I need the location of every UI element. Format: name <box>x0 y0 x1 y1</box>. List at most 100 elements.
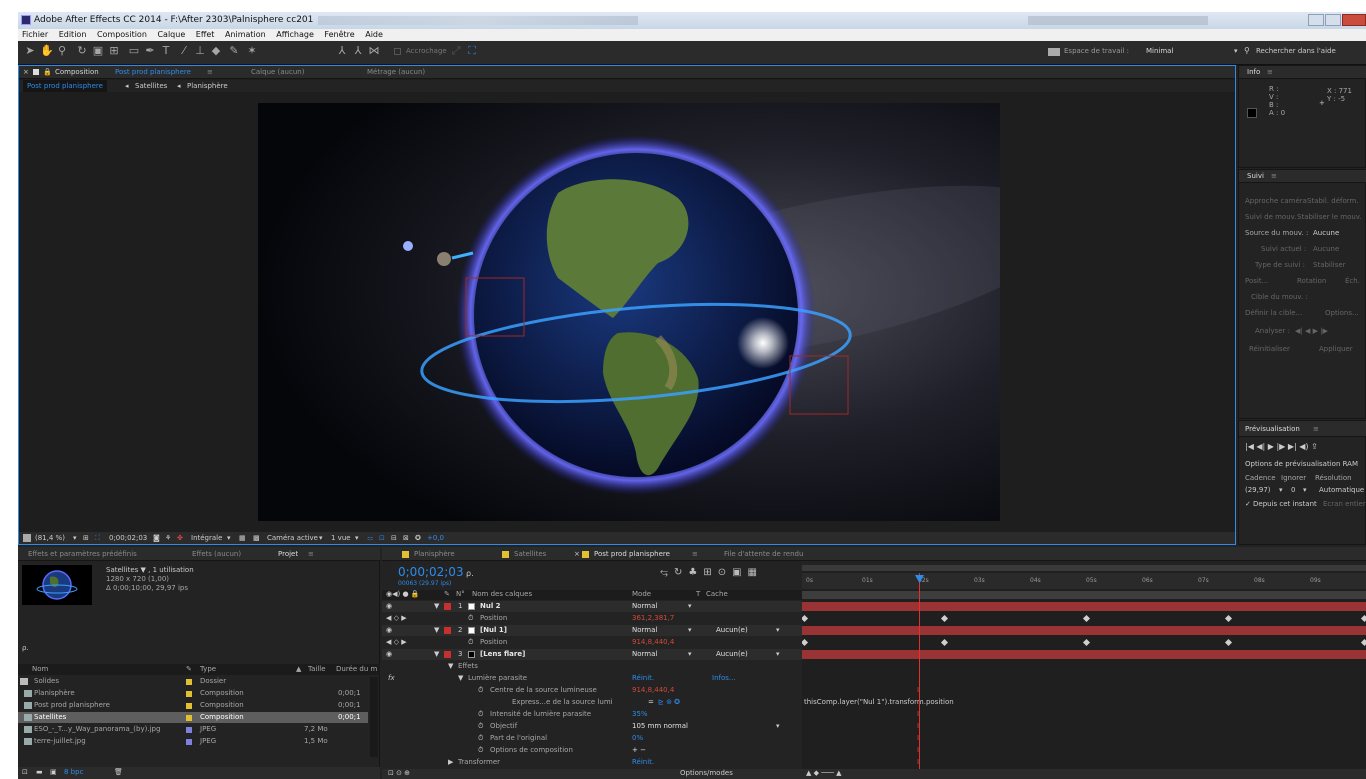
snap-edge-icon[interactable]: ⛶ <box>466 45 478 57</box>
menu-calque[interactable]: Calque <box>157 30 185 39</box>
property-value[interactable]: 914,8,440,4 <box>632 685 674 696</box>
property-row[interactable]: Express...e de la source lumineuse = ⊵ ⊚ ✪ <box>382 697 802 708</box>
timeline-footer-icons[interactable]: ⊡ ⊙ ⊕ <box>388 768 410 779</box>
minimize-button[interactable] <box>1308 14 1324 26</box>
region-of-interest-icon[interactable]: ⛶ <box>95 532 100 544</box>
preview-menu-icon[interactable]: ≡ <box>1313 423 1319 435</box>
ignore-value[interactable]: 0 <box>1291 485 1295 496</box>
camera-dropdown-icon[interactable]: ▾ <box>319 532 323 544</box>
property-value[interactable]: Normal <box>632 625 657 636</box>
menu-aide[interactable]: Aide <box>365 30 383 39</box>
twirl-open-icon[interactable]: ▼ <box>434 649 439 660</box>
camera-snapshot-icon[interactable]: ◙ <box>153 532 160 544</box>
layer-duration-bar[interactable] <box>802 650 1366 659</box>
rotate-tool-icon[interactable]: ↻ <box>76 45 88 57</box>
view-layout[interactable]: 1 vue <box>331 532 351 544</box>
mode-dropdown-icon[interactable]: ▾ <box>688 625 692 636</box>
track-motion-button[interactable]: Suivi de mouv. <box>1245 212 1296 223</box>
property-value[interactable]: 35% <box>632 709 648 720</box>
keyframe-icon[interactable] <box>1360 614 1366 623</box>
property-row[interactable]: ▼ Effets <box>382 661 802 672</box>
fast-preview-icon[interactable]: ▦ <box>239 532 246 544</box>
timeline-icon[interactable]: ⊟ <box>391 532 397 544</box>
transparency-grid-icon[interactable]: ▩ <box>253 532 260 544</box>
visibility-icon[interactable]: ◉ <box>386 649 392 660</box>
toggle-switches-modes[interactable]: Options/modes <box>680 768 733 779</box>
project-item[interactable]: ESO_-_T...y_Way_panorama_(by).jpg JPEG 7,2… <box>18 724 368 735</box>
resolution-value[interactable]: Automatique <box>1319 485 1364 496</box>
track-matte[interactable]: Aucun(e) <box>716 625 748 636</box>
camera-track-button[interactable]: Approche caméra <box>1245 196 1307 207</box>
comp-viewer-frame[interactable] <box>258 103 1000 521</box>
brush-tool-icon[interactable]: ⁄ <box>178 45 190 57</box>
layer-label-color[interactable] <box>444 627 451 634</box>
footage-tab[interactable]: Métrage (aucun) <box>367 66 425 78</box>
work-area-bar[interactable] <box>802 565 1366 571</box>
show-snapshot-icon[interactable]: ⚘ <box>165 532 171 544</box>
scale-checkbox[interactable]: Éch. <box>1345 276 1360 287</box>
pen-tool-icon[interactable]: ✒ <box>144 45 156 57</box>
keyframe-icon[interactable] <box>1224 614 1233 623</box>
twirl-open-icon[interactable]: ▼ <box>434 601 439 612</box>
stopwatch-icon[interactable]: ⏱ <box>478 685 483 696</box>
axis-view-icon[interactable]: ⋈ <box>368 45 380 57</box>
current-time-indicator[interactable] <box>919 573 920 769</box>
layer-row[interactable]: ◉ ▼ 2 [Nul 1] Normal ▾ Aucun(e) ▾ <box>382 625 802 636</box>
menu-animation[interactable]: Animation <box>225 30 266 39</box>
zoom-level[interactable]: (81,4 %) <box>35 532 65 544</box>
selection-tool-icon[interactable]: ➤ <box>24 45 36 57</box>
cadence-dropdown-icon[interactable]: ▾ <box>1279 485 1283 496</box>
fast-previews-icon[interactable]: ⊡ <box>379 532 385 544</box>
motion-source-value[interactable]: Aucune <box>1313 228 1339 239</box>
layer-label-color[interactable] <box>444 651 451 658</box>
close-button[interactable] <box>1342 14 1366 26</box>
property-row[interactable]: ⏱ Objectif 105 mm normal ▾ <box>382 721 802 732</box>
property-value[interactable]: = <box>648 697 654 708</box>
property-value[interactable]: Normal <box>632 601 657 612</box>
layer-row[interactable]: ◉ ▼ 1 Nul 2 Normal ▾ <box>382 601 802 612</box>
property-row[interactable]: ◀ ◇ ▶ ⏱ Position 361,2,381,7 <box>382 613 802 624</box>
mode-dropdown-icon[interactable]: ▾ <box>688 601 692 612</box>
tab-menu-icon[interactable]: ≡ <box>207 66 213 78</box>
layer-label-color[interactable] <box>444 603 451 610</box>
menu-composition[interactable]: Composition <box>97 30 147 39</box>
mode-dropdown-icon[interactable]: ▾ <box>688 649 692 660</box>
menu-affichage[interactable]: Affichage <box>276 30 314 39</box>
visibility-icon[interactable]: ◉ <box>386 601 392 612</box>
project-item[interactable]: Planisphère Composition 0;00;1 <box>18 688 368 699</box>
tab-satellites[interactable]: Satellites <box>514 548 546 560</box>
snapshot-timecode[interactable]: 0;00;02;03 <box>109 532 147 544</box>
current-track-value[interactable]: Aucune <box>1313 244 1339 255</box>
col-size[interactable]: Taille <box>308 664 326 675</box>
title-safe-icon[interactable]: ⊞ <box>83 532 89 544</box>
twirl-open-icon[interactable]: ▼ <box>458 673 463 684</box>
project-menu-icon[interactable]: ≡ <box>308 548 314 560</box>
expression-controls-icon[interactable]: ⊵ ⊚ ✪ <box>658 697 680 708</box>
fx-icon[interactable]: fx <box>388 673 395 684</box>
project-search-input[interactable]: ρ. <box>22 643 29 654</box>
options-button[interactable]: Options... <box>1325 308 1359 319</box>
menu-effet[interactable]: Effet <box>196 30 215 39</box>
tracker-tab[interactable]: Suivi <box>1247 170 1264 182</box>
property-value[interactable]: 914,8,440,4 <box>632 637 674 648</box>
project-item[interactable]: Satellites Composition 0;00;1 <box>18 712 368 723</box>
zoom-dropdown-icon[interactable]: ▾ <box>73 532 77 544</box>
new-comp-icon[interactable]: ▣ <box>50 767 57 778</box>
timeline-tracks[interactable]: 0s01s02s03s04s05s06s07s08s09s IthisComp.… <box>802 565 1366 769</box>
playback-controls-icon[interactable]: |◀ ◀| ▶ |▶ ▶| ◀) ⇪ <box>1245 441 1318 452</box>
property-row[interactable]: ⏱ Centre de la source lumineuse 914,8,440,… <box>382 685 802 696</box>
preview-tab[interactable]: Prévisualisation <box>1245 423 1300 435</box>
info-menu-icon[interactable]: ≡ <box>1267 66 1273 78</box>
effects-none-tab[interactable]: Effets (aucun) <box>192 548 241 560</box>
current-timecode[interactable]: 0;00;02;03 <box>398 565 464 579</box>
help-search-input[interactable]: Rechercher dans l'aide <box>1256 47 1366 55</box>
twirl-icon[interactable]: ▶ <box>448 757 453 768</box>
axis-local-icon[interactable]: ⅄ <box>336 45 348 57</box>
tab-render-queue[interactable]: File d'attente de rendu <box>724 548 803 560</box>
maximize-button[interactable] <box>1325 14 1341 26</box>
interpret-footage-icon[interactable]: ⊡ <box>22 767 28 778</box>
composition-tab-name[interactable]: Post prod planisphere <box>115 66 191 78</box>
timeline-search-input[interactable]: ρ. <box>466 569 474 578</box>
analyze-controls-icon[interactable]: ◀| ◀ ▶ |▶ <box>1295 326 1328 337</box>
stabilize-motion-button[interactable]: Stabiliser le mouv. <box>1297 212 1362 223</box>
